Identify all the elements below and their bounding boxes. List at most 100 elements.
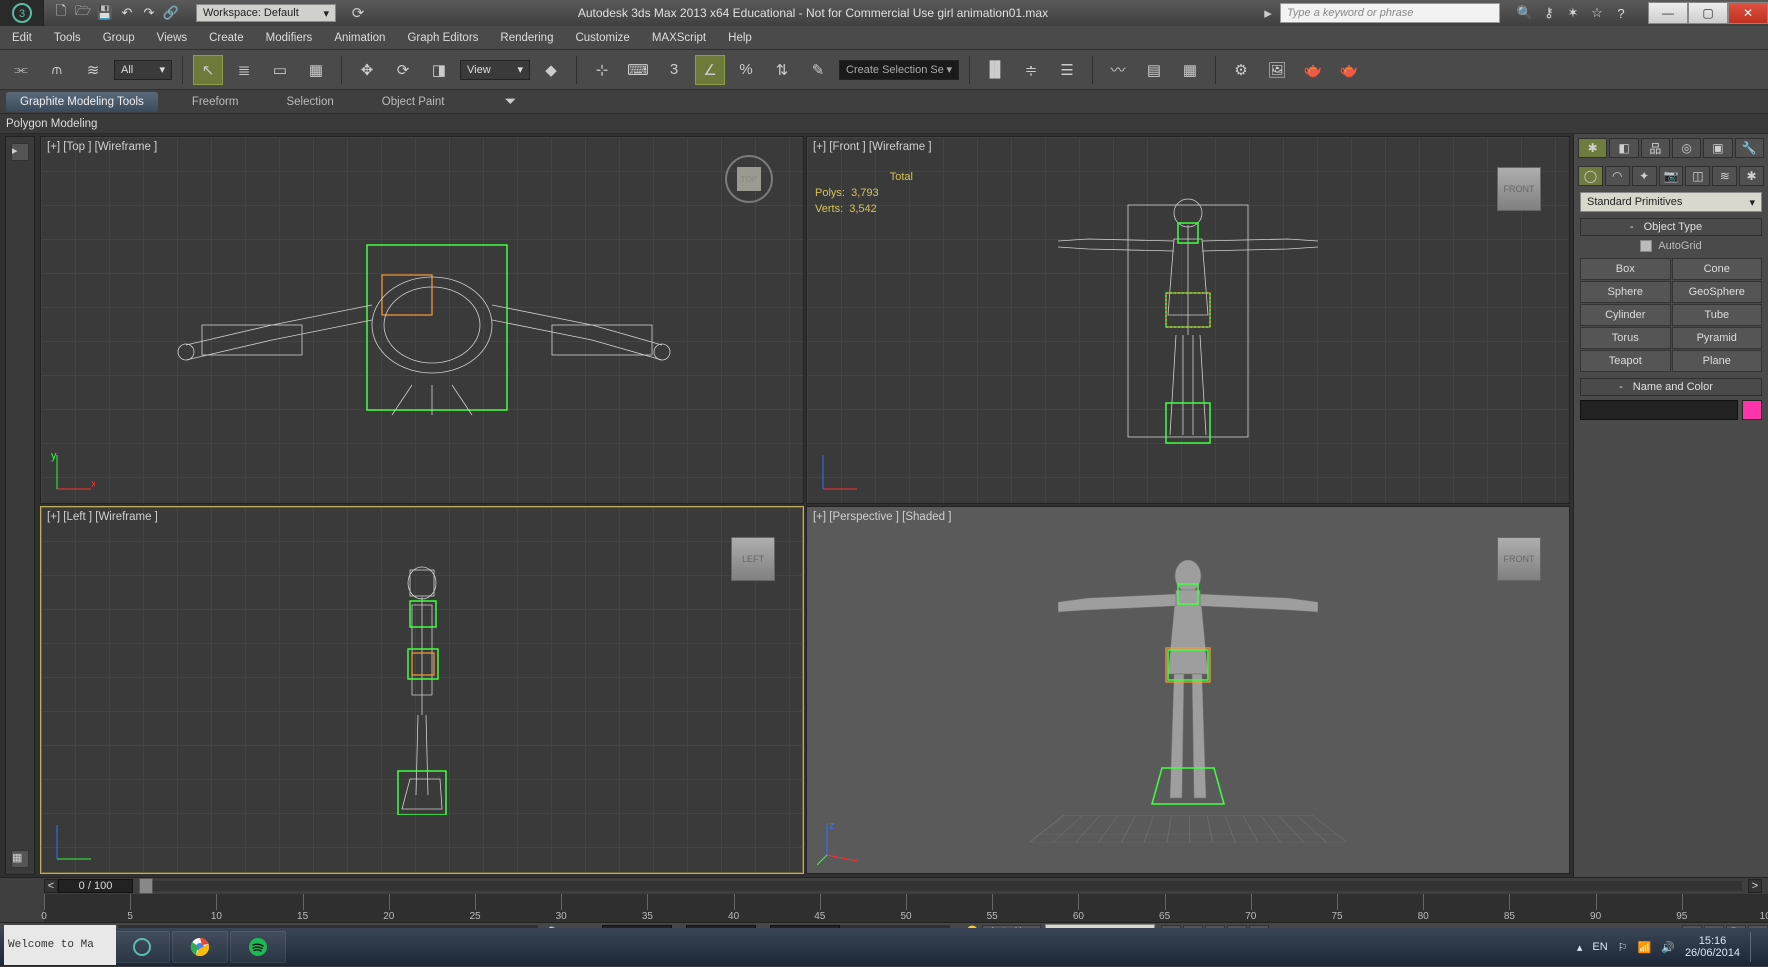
tray-language[interactable]: EN bbox=[1592, 941, 1607, 953]
angle-snap-icon[interactable]: ∠ bbox=[695, 55, 725, 85]
select-link-icon[interactable]: ⫘ bbox=[6, 55, 36, 85]
menu-grapheditors[interactable]: Graph Editors bbox=[407, 32, 478, 44]
viewcube-top[interactable]: TOP bbox=[725, 155, 773, 203]
viewcube-left[interactable]: LEFT bbox=[731, 537, 775, 581]
select-manipulate-icon[interactable]: ⊹ bbox=[587, 55, 617, 85]
time-slider-thumb[interactable] bbox=[139, 878, 153, 894]
timeline-ruler[interactable]: 0510152025303540455055606570758085909510… bbox=[44, 894, 1768, 922]
lights-cat-icon[interactable]: ✦ bbox=[1632, 166, 1657, 186]
layers-icon[interactable]: ☰ bbox=[1052, 55, 1082, 85]
spacewarps-cat-icon[interactable]: ≋ bbox=[1712, 166, 1737, 186]
window-minimize-button[interactable]: — bbox=[1648, 2, 1688, 24]
tray-volume-icon[interactable]: 🔊 bbox=[1661, 941, 1675, 954]
category-dropdown[interactable]: Standard Primitives▾ bbox=[1580, 192, 1762, 212]
primitive-tube-button[interactable]: Tube bbox=[1672, 304, 1763, 326]
time-slider-prev-icon[interactable]: < bbox=[44, 879, 58, 893]
hierarchy-tab-icon[interactable]: 品 bbox=[1641, 138, 1670, 158]
select-by-name-icon[interactable]: ≣ bbox=[229, 55, 259, 85]
ref-coord-dropdown[interactable]: View▾ bbox=[460, 60, 530, 80]
mirror-icon[interactable]: ▐▌ bbox=[980, 55, 1010, 85]
spinner-snap-icon[interactable]: ⇅ bbox=[767, 55, 797, 85]
cameras-cat-icon[interactable]: 📷 bbox=[1659, 166, 1684, 186]
menu-rendering[interactable]: Rendering bbox=[500, 32, 553, 44]
select-object-icon[interactable]: ↖ bbox=[193, 55, 223, 85]
menu-edit[interactable]: Edit bbox=[12, 32, 32, 44]
use-pivot-icon[interactable]: ◆ bbox=[536, 55, 566, 85]
tray-clock[interactable]: 15:16 26/06/2014 bbox=[1685, 935, 1740, 959]
curve-editor-icon[interactable]: 〰 bbox=[1103, 55, 1133, 85]
object-name-input[interactable] bbox=[1580, 400, 1738, 420]
viewport-top-label[interactable]: [+] [Top ] [Wireframe ] bbox=[47, 141, 157, 153]
viewport-front[interactable]: [+] [Front ] [Wireframe ] Total Polys: 3… bbox=[806, 136, 1570, 504]
render-production-icon[interactable]: 🫖 bbox=[1298, 55, 1328, 85]
object-color-swatch[interactable] bbox=[1742, 400, 1762, 420]
geometry-cat-icon[interactable]: ◯ bbox=[1578, 166, 1603, 186]
primitive-sphere-button[interactable]: Sphere bbox=[1580, 281, 1671, 303]
object-type-rollout-head[interactable]: Object Type bbox=[1580, 218, 1762, 236]
viewport-front-label[interactable]: [+] [Front ] [Wireframe ] bbox=[813, 141, 932, 153]
ribbon-panel-label[interactable]: Polygon Modeling bbox=[0, 114, 1768, 134]
menu-customize[interactable]: Customize bbox=[575, 32, 629, 44]
window-maximize-button[interactable]: ▢ bbox=[1688, 2, 1728, 24]
primitive-box-button[interactable]: Box bbox=[1580, 258, 1671, 280]
menu-modifiers[interactable]: Modifiers bbox=[266, 32, 313, 44]
create-tab-icon[interactable]: ✱ bbox=[1578, 138, 1607, 158]
menu-group[interactable]: Group bbox=[103, 32, 135, 44]
modify-tab-icon[interactable]: ◧ bbox=[1609, 138, 1638, 158]
viewcube-front[interactable]: FRONT bbox=[1497, 167, 1541, 211]
show-desktop-button[interactable] bbox=[1750, 932, 1758, 962]
bind-space-warp-icon[interactable]: ≋ bbox=[78, 55, 108, 85]
viewport-left-label[interactable]: [+] [Left ] [Wireframe ] bbox=[47, 511, 158, 523]
autogrid-checkbox[interactable] bbox=[1640, 240, 1652, 252]
edit-named-sel-icon[interactable]: ✎ bbox=[803, 55, 833, 85]
menu-tools[interactable]: Tools bbox=[54, 32, 81, 44]
tray-action-center-icon[interactable]: ⚐ bbox=[1618, 941, 1628, 954]
save-icon[interactable]: 💾 bbox=[96, 4, 114, 22]
menu-animation[interactable]: Animation bbox=[334, 32, 385, 44]
align-icon[interactable]: ≑ bbox=[1016, 55, 1046, 85]
maxscript-listener[interactable]: Welcome to Ma bbox=[4, 925, 116, 965]
help-icon[interactable]: ? bbox=[1612, 4, 1630, 22]
viewport-perspective-label[interactable]: [+] [Perspective ] [Shaded ] bbox=[813, 511, 951, 523]
primitive-plane-button[interactable]: Plane bbox=[1672, 350, 1763, 372]
menu-maxscript[interactable]: MAXScript bbox=[652, 32, 706, 44]
window-crossing-icon[interactable]: ▦ bbox=[301, 55, 331, 85]
primitive-pyramid-button[interactable]: Pyramid bbox=[1672, 327, 1763, 349]
percent-snap-icon[interactable]: % bbox=[731, 55, 761, 85]
primitive-cylinder-button[interactable]: Cylinder bbox=[1580, 304, 1671, 326]
rendered-frame-icon[interactable]: 🖼 bbox=[1262, 55, 1292, 85]
keyboard-shortcut-icon[interactable]: ⌨ bbox=[623, 55, 653, 85]
named-selection-dropdown[interactable]: Create Selection Se▾ bbox=[839, 60, 959, 80]
utilities-tab-icon[interactable]: 🔧 bbox=[1735, 138, 1764, 158]
viewport-top[interactable]: [+] [Top ] [Wireframe ] TOP bbox=[40, 136, 804, 504]
title-dropdown-icon[interactable]: ▸ bbox=[1256, 1, 1280, 25]
workspace-refresh-icon[interactable]: ⟳ bbox=[346, 1, 370, 25]
tray-show-hidden-icon[interactable]: ▴ bbox=[1577, 941, 1583, 954]
link-icon[interactable]: 🔗 bbox=[162, 4, 180, 22]
motion-tab-icon[interactable]: ◎ bbox=[1672, 138, 1701, 158]
render-setup-icon[interactable]: ⚙ bbox=[1226, 55, 1256, 85]
subscription-icon[interactable]: ⚷ bbox=[1540, 4, 1558, 22]
workspace-dropdown[interactable]: Workspace: Default ▾ bbox=[196, 4, 336, 22]
menu-help[interactable]: Help bbox=[728, 32, 752, 44]
ribbon-expand-icon[interactable]: ⏷ bbox=[498, 90, 522, 114]
viewport-perspective[interactable]: [+] [Perspective ] [Shaded ] FRONT bbox=[806, 506, 1570, 874]
primitive-teapot-button[interactable]: Teapot bbox=[1580, 350, 1671, 372]
scale-icon[interactable]: ◨ bbox=[424, 55, 454, 85]
window-close-button[interactable]: ✕ bbox=[1728, 2, 1768, 24]
move-icon[interactable]: ✥ bbox=[352, 55, 382, 85]
selection-filter-dropdown[interactable]: All▾ bbox=[114, 60, 172, 80]
primitive-torus-button[interactable]: Torus bbox=[1580, 327, 1671, 349]
snap-2d-icon[interactable]: 3 bbox=[659, 55, 689, 85]
tray-network-icon[interactable]: 📶 bbox=[1638, 941, 1652, 954]
menu-create[interactable]: Create bbox=[209, 32, 244, 44]
menu-views[interactable]: Views bbox=[157, 32, 187, 44]
ribbon-tab-graphite[interactable]: Graphite Modeling Tools bbox=[6, 92, 158, 112]
search-submit-icon[interactable]: 🔍 bbox=[1516, 4, 1534, 22]
help-search-input[interactable]: Type a keyword or phrase bbox=[1280, 3, 1500, 23]
primitive-geosphere-button[interactable]: GeoSphere bbox=[1672, 281, 1763, 303]
exchange-icon[interactable]: ✶ bbox=[1564, 4, 1582, 22]
time-slider-next-icon[interactable]: > bbox=[1748, 879, 1762, 893]
rotate-icon[interactable]: ⟳ bbox=[388, 55, 418, 85]
new-file-icon[interactable]: 🗋 bbox=[52, 4, 70, 22]
